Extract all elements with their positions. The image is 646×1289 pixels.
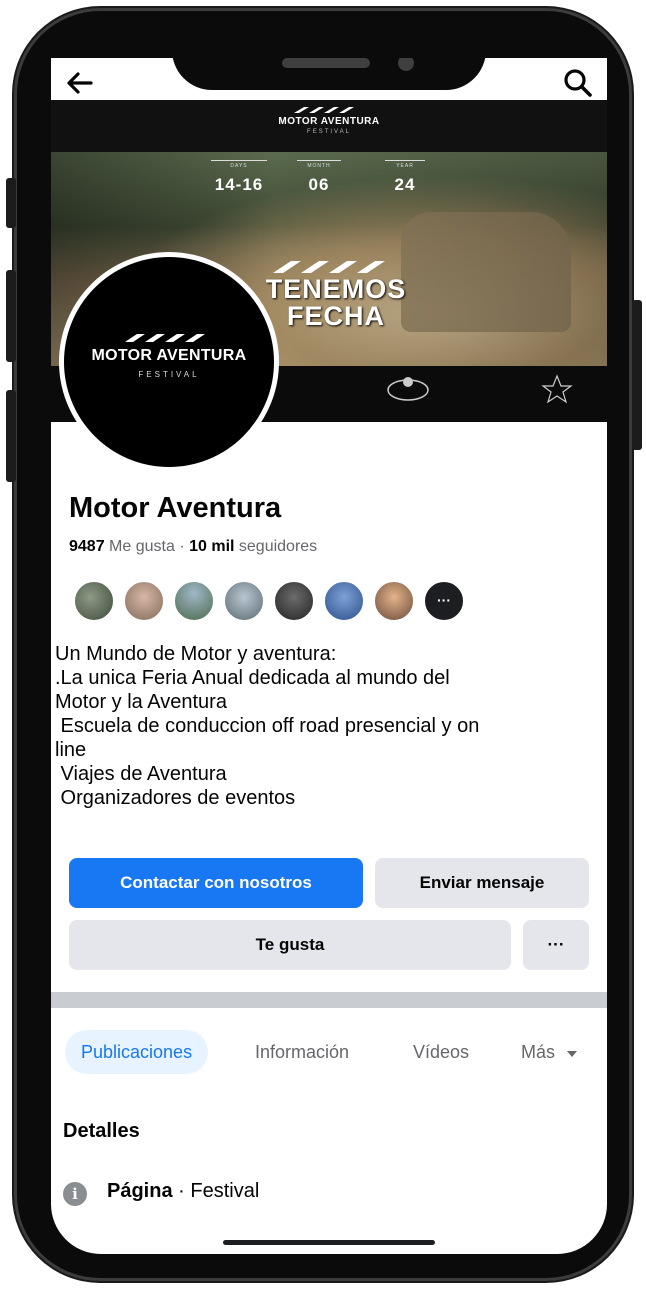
phone-camera xyxy=(398,58,414,71)
tab-informacion[interactable]: Información xyxy=(255,1030,349,1074)
friend-avatar[interactable] xyxy=(373,580,415,622)
headline-stripes-icon xyxy=(273,261,385,273)
brand-stripes-icon xyxy=(294,107,354,113)
phone-speaker xyxy=(282,58,370,68)
stats-separator: · xyxy=(179,538,185,555)
bio-line: Un Mundo de Motor y aventura: xyxy=(55,643,337,665)
friend-avatar[interactable] xyxy=(123,580,165,622)
tab-publicaciones[interactable]: Publicaciones xyxy=(65,1030,209,1074)
tab-mas-label: Más xyxy=(521,1042,556,1062)
cover-headline: TENEMOS FECHA xyxy=(265,274,407,331)
tab-videos[interactable]: Vídeos xyxy=(413,1030,469,1074)
bio-line: line xyxy=(55,739,87,761)
avatar-brand-name: MOTOR AVENTURA xyxy=(91,347,247,364)
date-month: MONTH 06 xyxy=(297,160,341,195)
detail-value: · Festival xyxy=(172,1180,260,1202)
friend-avatar[interactable] xyxy=(173,580,215,622)
like-button[interactable]: Te gusta xyxy=(69,920,511,970)
friend-avatar[interactable] xyxy=(323,580,365,622)
bio-line: Motor y la Aventura xyxy=(55,691,227,713)
cover-brand-sub: FESTIVAL xyxy=(307,129,351,135)
phone-volume-down xyxy=(6,390,16,482)
phone-power-button xyxy=(632,300,642,450)
avatar-stripes-icon xyxy=(125,334,205,342)
more-dots-icon: ··· xyxy=(437,592,451,608)
home-indicator[interactable] xyxy=(223,1240,435,1245)
details-heading: Detalles xyxy=(63,1120,140,1142)
page-title: Motor Aventura xyxy=(69,492,282,524)
bio-line: Escuela de conduccion off road presencia… xyxy=(55,715,480,737)
likes-label: Me gusta xyxy=(109,538,175,555)
cover-brand-header: MOTOR AVENTURA FESTIVAL xyxy=(51,100,607,152)
friend-avatar[interactable] xyxy=(273,580,315,622)
page-tabs: Publicaciones Información Vídeos Más xyxy=(51,1008,607,1098)
caret-down-icon xyxy=(567,1051,578,1057)
likes-count: 9487 xyxy=(69,538,105,555)
search-icon[interactable] xyxy=(561,66,595,100)
friend-avatar[interactable] xyxy=(223,580,265,622)
avatar-brand-sub: FESTIVAL xyxy=(138,370,200,379)
followers-label: seguidores xyxy=(238,538,318,555)
sponsor-logo-1 xyxy=(383,372,433,406)
contact-button[interactable]: Contactar con nosotros xyxy=(69,858,363,908)
followers-count: 10 mil xyxy=(189,538,235,555)
sponsor-logo-2 xyxy=(527,372,587,408)
bio-line: Organizadores de eventos xyxy=(55,787,296,809)
phone-volume-up xyxy=(6,270,16,362)
friends-more-button[interactable]: ··· xyxy=(423,580,465,622)
cover-brand-name: MOTOR AVENTURA xyxy=(278,116,380,127)
date-days: DAYS 14-16 xyxy=(211,160,267,195)
more-actions-button[interactable]: ··· xyxy=(523,920,589,970)
friend-avatar[interactable] xyxy=(73,580,115,622)
phone-mute-switch xyxy=(6,178,16,228)
profile-avatar[interactable]: MOTOR AVENTURA FESTIVAL xyxy=(59,252,279,472)
bio-line: .La unica Feria Anual dedicada al mundo … xyxy=(55,667,450,689)
tab-mas[interactable]: Más xyxy=(521,1030,578,1074)
bio-line: Viajes de Aventura xyxy=(55,763,227,785)
date-year: YEAR 24 xyxy=(385,160,425,195)
page-stats: 9487 Me gusta · 10 mil seguidores xyxy=(69,538,317,556)
phone-screen: MOTOR AVENTURA FESTIVAL DAYS 14-16 MONTH… xyxy=(51,58,607,1254)
section-divider xyxy=(51,992,607,1008)
send-message-button[interactable]: Enviar mensaje xyxy=(375,858,589,908)
info-icon: i xyxy=(63,1182,87,1206)
phone-notch xyxy=(172,58,486,90)
detail-label: Página xyxy=(107,1180,173,1202)
page-bio: Un Mundo de Motor y aventura: .La unica … xyxy=(55,642,595,810)
back-arrow-icon[interactable] xyxy=(63,66,97,100)
